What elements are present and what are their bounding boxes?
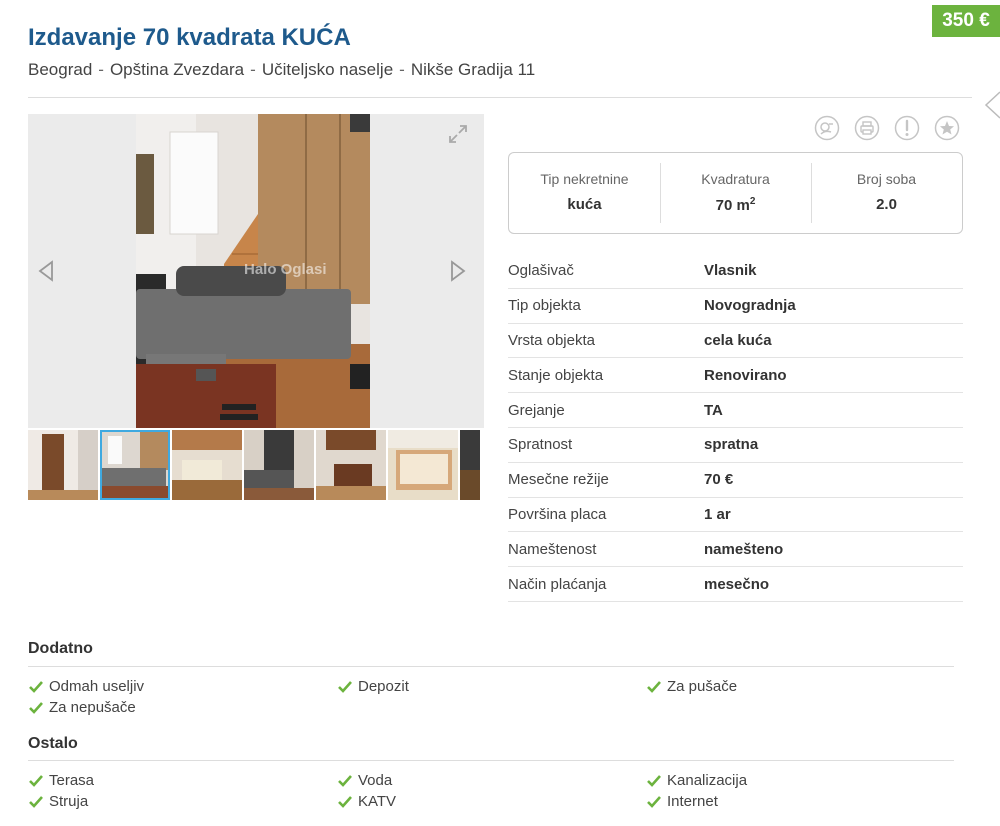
detail-row: Površina placa 1 ar	[508, 498, 963, 533]
detail-value: 70 €	[704, 471, 734, 489]
detail-row: Oglašivač Vlasnik	[508, 254, 963, 289]
report-icon[interactable]	[894, 115, 920, 141]
detail-row: Grejanje TA	[508, 393, 963, 428]
detail-value: cela kuća	[704, 331, 772, 349]
check-icon	[338, 774, 352, 787]
feature-item: Za pušače	[646, 677, 955, 696]
feature-item: Terasa	[28, 771, 337, 790]
side-panel-chevron-icon[interactable]	[980, 90, 1000, 120]
thumbnail[interactable]	[100, 430, 170, 500]
detail-row: Nameštenost namešteno	[508, 532, 963, 568]
listing-title: Izdavanje 70 kvadrata KUĆA	[28, 24, 351, 51]
previous-photo-icon[interactable]	[36, 259, 56, 283]
detail-label: Način plaćanja	[508, 575, 607, 593]
features-dodatno: Odmah useljiv Depozit Za pušače Za nepuš…	[28, 677, 958, 717]
thumbnail[interactable]	[388, 430, 458, 500]
feature-item: KATV	[337, 792, 646, 811]
summary-rooms: Broj soba 2.0	[811, 153, 962, 233]
detail-value: spratna	[704, 436, 759, 454]
photo-watermark: Halo Oglasi	[244, 261, 327, 278]
thumbnail[interactable]	[244, 430, 314, 500]
detail-label: Nameštenost	[508, 540, 597, 558]
thumbnail[interactable]	[316, 430, 386, 500]
thumbnail[interactable]	[172, 430, 242, 500]
detail-value: TA	[704, 401, 723, 419]
summary-box: Tip nekretnine kuća Kvadratura 70 m2 Bro…	[508, 152, 963, 234]
location-breadcrumb: Beograd - Opština Zvezdara - Učiteljsko nase…	[28, 60, 536, 79]
check-icon	[647, 774, 661, 787]
summary-area: Kvadratura 70 m2	[660, 153, 811, 233]
detail-label: Stanje objekta	[508, 366, 604, 384]
section-divider	[28, 760, 954, 761]
location-municipality: Opština Zvezdara	[109, 60, 245, 79]
detail-row: Način plaćanja mesečno	[508, 567, 963, 602]
detail-row: Tip objekta Novogradnja	[508, 289, 963, 324]
check-icon	[29, 680, 43, 693]
detail-label: Spratnost	[508, 436, 573, 454]
room-photo-image: Halo Oglasi	[136, 114, 370, 428]
section-divider	[28, 666, 954, 667]
detail-label: Mesečne režije	[508, 471, 609, 489]
detail-label: Površina placa	[508, 505, 607, 523]
feature-item: Depozit	[337, 677, 646, 696]
detail-row: Stanje objekta Renovirano	[508, 358, 963, 394]
check-icon	[647, 795, 661, 808]
feature-item: Kanalizacija	[646, 771, 955, 790]
summary-property-type: Tip nekretnine kuća	[540, 171, 629, 213]
section-title-ostalo: Ostalo	[28, 735, 78, 752]
detail-value: Vlasnik	[704, 262, 757, 280]
check-icon	[29, 795, 43, 808]
listing-actions	[814, 115, 960, 141]
thumbnail-strip	[28, 430, 484, 500]
detail-row: Vrsta objekta cela kuća	[508, 324, 963, 359]
location-street: Nikše Gradija 11	[410, 60, 536, 79]
check-icon	[29, 774, 43, 787]
check-icon	[338, 680, 352, 693]
expand-icon[interactable]	[446, 122, 470, 146]
feature-item: Za nepušače	[28, 698, 337, 717]
thumbnail[interactable]	[28, 430, 98, 500]
check-icon	[338, 795, 352, 808]
detail-label: Grejanje	[508, 401, 565, 419]
thumbnail[interactable]	[460, 430, 480, 500]
print-icon[interactable]	[854, 115, 880, 141]
header-divider	[28, 97, 972, 98]
share-icon[interactable]	[814, 115, 840, 141]
section-title-dodatno: Dodatno	[28, 640, 93, 657]
detail-label: Oglašivač	[508, 262, 574, 280]
detail-row: Spratnost spratna	[508, 428, 963, 463]
location-neighborhood: Učiteljsko naselje	[261, 60, 394, 79]
detail-label: Vrsta objekta	[508, 331, 595, 349]
main-photo[interactable]: Halo Oglasi	[136, 114, 370, 428]
detail-value: 1 ar	[704, 505, 731, 523]
next-photo-icon[interactable]	[448, 259, 468, 283]
favorite-icon[interactable]	[934, 115, 960, 141]
feature-item: Struja	[28, 792, 337, 811]
feature-item: Odmah useljiv	[28, 677, 337, 696]
features-ostalo: Terasa Voda Kanalizacija Struja KATV Int…	[28, 771, 958, 811]
feature-item: Voda	[337, 771, 646, 790]
check-icon	[647, 680, 661, 693]
detail-value: namešteno	[704, 540, 784, 558]
check-icon	[29, 701, 43, 714]
feature-item: Internet	[646, 792, 955, 811]
detail-value: mesečno	[704, 575, 770, 593]
detail-label: Tip objekta	[508, 297, 581, 315]
details-table: Oglašivač Vlasnik Tip objekta Novogradnja …	[508, 254, 963, 602]
detail-value: Renovirano	[704, 366, 787, 384]
detail-value: Novogradnja	[704, 297, 796, 315]
price-badge: 350 €	[932, 5, 1000, 37]
photo-gallery[interactable]: Halo Oglasi	[28, 114, 484, 428]
location-city: Beograd	[28, 60, 93, 79]
detail-row: Mesečne režije 70 €	[508, 463, 963, 498]
